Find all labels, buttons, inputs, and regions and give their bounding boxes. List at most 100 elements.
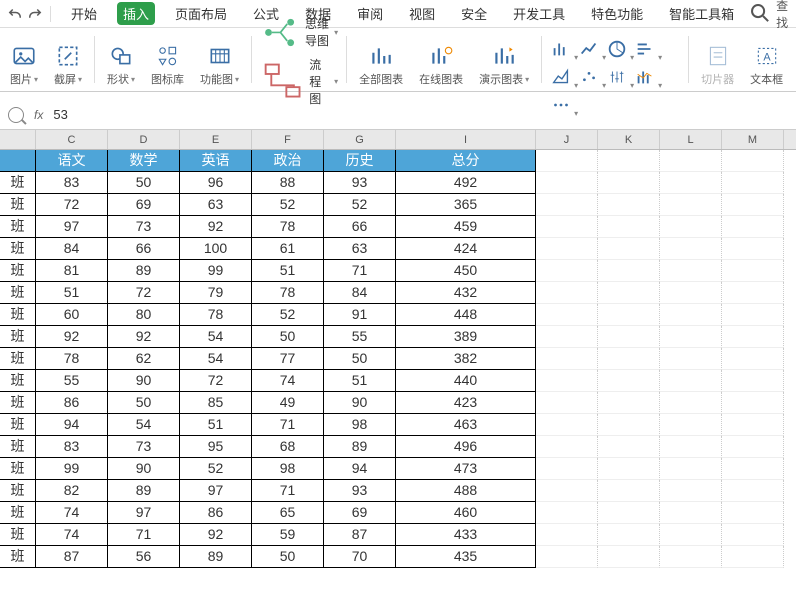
data-cell[interactable]: 52 [180,458,252,480]
empty-cell[interactable] [536,348,598,370]
data-cell[interactable]: 74 [252,370,324,392]
ribbon-textbox[interactable]: A 文本框 [746,32,787,87]
data-cell[interactable]: 65 [252,502,324,524]
data-cell[interactable]: 365 [396,194,536,216]
empty-cell[interactable] [536,216,598,238]
empty-cell[interactable] [660,238,722,260]
empty-cell[interactable] [722,216,784,238]
col-header[interactable]: E [180,130,252,149]
data-cell[interactable]: 433 [396,524,536,546]
empty-cell[interactable] [598,436,660,458]
row-label[interactable]: 班 [0,392,36,414]
empty-cell[interactable] [660,348,722,370]
data-cell[interactable]: 99 [36,458,108,480]
empty-cell[interactable] [536,238,598,260]
data-cell[interactable]: 78 [252,282,324,304]
row-label[interactable]: 班 [0,282,36,304]
data-cell[interactable]: 71 [252,414,324,436]
empty-cell[interactable] [660,524,722,546]
data-cell[interactable]: 72 [180,370,252,392]
ribbon-onlinechart[interactable]: 在线图表 [415,32,467,87]
tab-start[interactable]: 开始 [65,2,103,25]
data-cell[interactable]: 69 [108,194,180,216]
data-cell[interactable]: 历史 [324,150,396,172]
empty-cell[interactable] [660,304,722,326]
data-cell[interactable]: 63 [324,238,396,260]
empty-cell[interactable] [660,194,722,216]
empty-cell[interactable] [598,414,660,436]
col-header[interactable]: D [108,130,180,149]
row-label[interactable]: 班 [0,238,36,260]
ribbon-funcchart[interactable]: 功能图▾ [196,32,243,87]
data-cell[interactable]: 50 [324,348,396,370]
data-cell[interactable]: 435 [396,546,536,568]
data-cell[interactable]: 55 [36,370,108,392]
data-cell[interactable]: 92 [180,216,252,238]
data-cell[interactable]: 总分 [396,150,536,172]
data-cell[interactable]: 432 [396,282,536,304]
data-cell[interactable]: 50 [108,392,180,414]
ribbon-demochart[interactable]: 演示图表▾ [475,32,533,87]
row-label[interactable]: 班 [0,348,36,370]
ribbon-mindmap[interactable]: 思维导图▾ [260,12,338,53]
empty-cell[interactable] [660,216,722,238]
empty-cell[interactable] [536,392,598,414]
row-label[interactable]: 班 [0,546,36,568]
empty-cell[interactable] [660,260,722,282]
data-cell[interactable]: 95 [180,436,252,458]
data-cell[interactable]: 74 [36,502,108,524]
empty-cell[interactable] [722,480,784,502]
empty-cell[interactable] [660,502,722,524]
data-cell[interactable]: 54 [108,414,180,436]
data-cell[interactable]: 73 [108,436,180,458]
data-cell[interactable]: 81 [36,260,108,282]
data-cell[interactable]: 71 [252,480,324,502]
empty-cell[interactable] [722,238,784,260]
empty-cell[interactable] [536,414,598,436]
data-cell[interactable]: 77 [252,348,324,370]
search-button[interactable]: 查找 [748,0,790,31]
empty-cell[interactable] [660,370,722,392]
empty-cell[interactable] [722,458,784,480]
row-label[interactable]: 班 [0,194,36,216]
empty-cell[interactable] [536,326,598,348]
empty-cell[interactable] [660,480,722,502]
row-label[interactable]: 班 [0,216,36,238]
empty-cell[interactable] [536,304,598,326]
scatter-chart-icon[interactable]: ▾ [578,66,600,88]
row-label[interactable]: 班 [0,502,36,524]
data-cell[interactable]: 496 [396,436,536,458]
data-cell[interactable]: 83 [36,436,108,458]
stock-chart-icon[interactable]: ▾ [606,66,628,88]
empty-cell[interactable] [660,436,722,458]
data-cell[interactable]: 98 [252,458,324,480]
tab-pagelayout[interactable]: 页面布局 [169,2,233,25]
data-cell[interactable]: 68 [252,436,324,458]
grid-body[interactable]: 语文数学英语政治历史总分班8350968893492班7269635252365… [0,150,796,568]
data-cell[interactable]: 492 [396,172,536,194]
data-cell[interactable]: 71 [324,260,396,282]
empty-cell[interactable] [722,370,784,392]
data-cell[interactable]: 86 [36,392,108,414]
data-cell[interactable]: 94 [36,414,108,436]
data-cell[interactable]: 86 [180,502,252,524]
ribbon-iconlib[interactable]: 图标库 [147,32,188,87]
data-cell[interactable]: 85 [180,392,252,414]
empty-cell[interactable] [598,348,660,370]
data-cell[interactable]: 89 [324,436,396,458]
empty-cell[interactable] [598,216,660,238]
empty-cell[interactable] [722,326,784,348]
data-cell[interactable]: 100 [180,238,252,260]
empty-cell[interactable] [536,480,598,502]
corner-cell[interactable] [0,130,36,149]
col-header[interactable]: J [536,130,598,149]
empty-cell[interactable] [598,502,660,524]
col-header[interactable]: K [598,130,660,149]
data-cell[interactable]: 84 [36,238,108,260]
data-cell[interactable]: 73 [108,216,180,238]
row-label[interactable]: 班 [0,480,36,502]
data-cell[interactable]: 92 [180,524,252,546]
data-cell[interactable]: 87 [324,524,396,546]
data-cell[interactable]: 90 [108,370,180,392]
row-label[interactable]: 班 [0,260,36,282]
